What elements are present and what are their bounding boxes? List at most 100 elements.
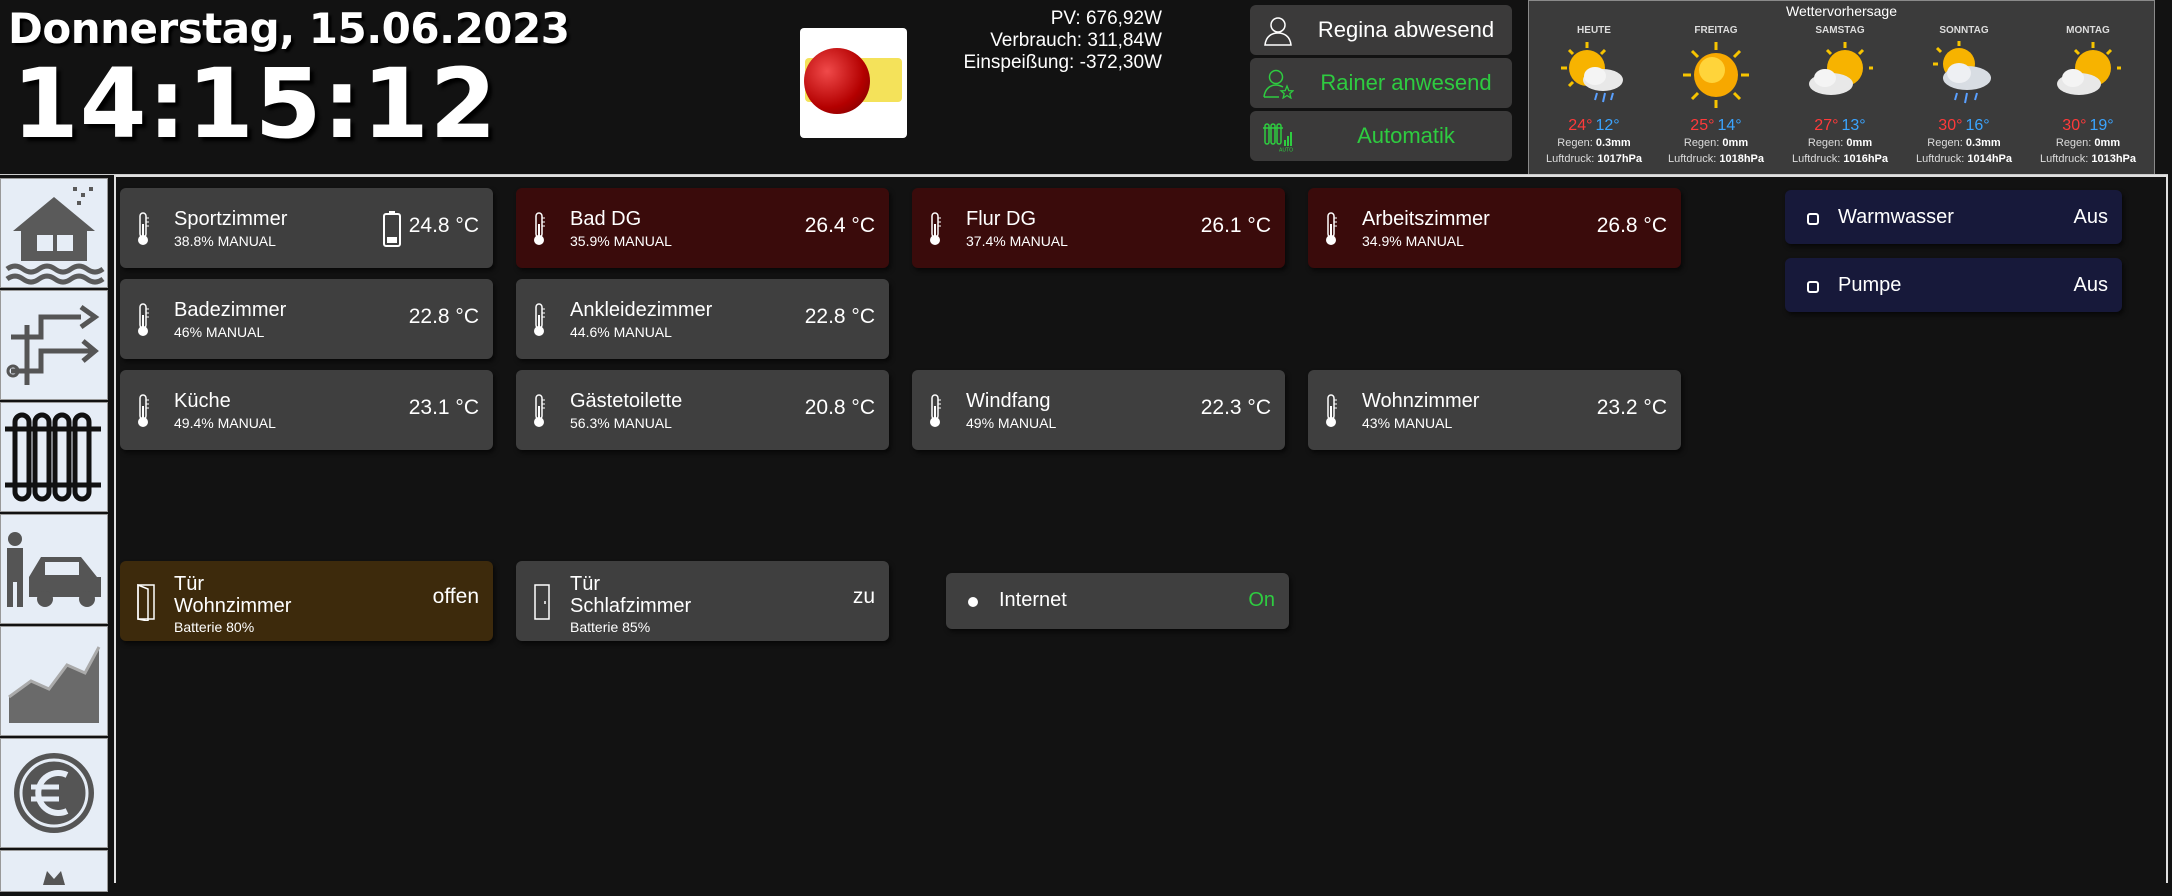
pumpe-switch[interactable]: Pumpe Aus — [1785, 258, 2122, 312]
sidebar-item-heating[interactable] — [0, 402, 108, 512]
room-tile[interactable]: Wohnzimmer 43% MANUAL 23.2 °C — [1308, 370, 1681, 450]
person-star-icon — [1263, 69, 1294, 99]
forecast-high: 27° — [1814, 117, 1839, 134]
room-temperature: 22.8 °C — [804, 305, 875, 328]
pv-value: PV: 676,92W — [1050, 8, 1162, 29]
valve-status: 38.8% MANUAL — [174, 233, 276, 249]
door-tile[interactable]: Tür Wohnzimmer Batterie 80% offen — [120, 561, 493, 641]
room-name: Ankleidezimmer — [570, 299, 713, 321]
alarm-button[interactable] — [800, 28, 907, 138]
internet-switch[interactable]: Internet On — [946, 573, 1289, 629]
pressure-label: Luftdruck: — [1545, 153, 1595, 165]
pipes-icon — [6, 304, 100, 385]
presence-rainer-button[interactable]: Rainer anwesend — [1250, 58, 1512, 108]
thermometer-icon — [138, 212, 149, 245]
room-name: Flur DG — [966, 208, 1036, 230]
room-tile[interactable]: Sportzimmer 38.8% MANUAL 24.8 °C — [120, 188, 493, 268]
crown-icon — [43, 871, 65, 885]
thermometer-icon — [138, 394, 149, 427]
rain-value: 0mm — [1846, 137, 1873, 149]
rain-label: Regen: — [2055, 137, 2092, 149]
forecast-low: 16° — [1965, 117, 1990, 134]
room-tile[interactable]: Ankleidezimmer 44.6% MANUAL 22.8 °C — [516, 279, 889, 359]
pressure-value: 1013hPa — [2091, 153, 2137, 165]
rain-value: 0.3mm — [1595, 137, 1631, 149]
sun-cloud-rain-icon — [1561, 42, 1623, 103]
rain-label: Regen: — [1683, 137, 1720, 149]
heating-mode-button[interactable]: AUTO Automatik — [1250, 111, 1512, 161]
valve-status: 49% MANUAL — [966, 415, 1057, 431]
thermometer-icon — [1326, 212, 1337, 245]
weather-forecast-panel: Wettervorhersage HEUTE 24° 12° Regen: 0.3… — [1528, 0, 2155, 175]
pressure-value: 1014hPa — [1967, 153, 2013, 165]
forecast-day: MONTAG 30° 19° Regen: 0mm Luftdruck: 1013… — [2027, 25, 2149, 167]
room-name: Küche — [174, 390, 231, 412]
forecast-day: SONNTAG 30° 16° Regen: 0.3mm Luftdruck: 1… — [1903, 25, 2025, 167]
room-temperature: 23.1 °C — [408, 396, 479, 419]
door-name-line2: Wohnzimmer — [174, 595, 292, 617]
forecast-day-name: MONTAG — [2066, 25, 2110, 36]
rain-label: Regen: — [1807, 137, 1844, 149]
room-tile[interactable]: Arbeitszimmer 34.9% MANUAL 26.8 °C — [1308, 188, 1681, 268]
presence-regina-button[interactable]: Regina abwesend — [1250, 5, 1512, 55]
sidebar-item-more[interactable] — [0, 850, 108, 892]
forecast-high: 30° — [2062, 117, 2087, 134]
internet-label: Internet — [999, 589, 1067, 611]
room-name: Bad DG — [570, 208, 642, 230]
door-closed-icon — [534, 584, 550, 620]
forecast-day-name: SAMSTAG — [1815, 25, 1865, 36]
room-temperature: 20.8 °C — [804, 396, 875, 419]
door-battery: Batterie 85% — [570, 619, 651, 635]
thermometer-icon — [138, 303, 149, 336]
sidebar-item-costs[interactable] — [0, 738, 108, 848]
room-temperature: 22.3 °C — [1200, 396, 1271, 419]
pumpe-label: Pumpe — [1838, 274, 1902, 296]
euro-icon — [14, 753, 94, 833]
thermometer-icon — [534, 303, 545, 336]
room-tile[interactable]: Badezimmer 46% MANUAL 22.8 °C — [120, 279, 493, 359]
valve-status: 44.6% MANUAL — [570, 324, 672, 340]
radiator-auto-icon: AUTO — [1263, 123, 1293, 153]
status-dot-icon — [1807, 213, 1819, 225]
warmwasser-switch[interactable]: Warmwasser Aus — [1785, 190, 2122, 244]
door-name: Tür Wohnzimmer — [174, 573, 291, 617]
forecast-low: 13° — [1841, 117, 1866, 134]
person-icon — [1264, 17, 1292, 46]
rain-value: 0.3mm — [1965, 137, 2001, 149]
forecast-high: 24° — [1568, 117, 1593, 134]
room-tile[interactable]: Küche 49.4% MANUAL 23.1 °C — [120, 370, 493, 450]
door-tile[interactable]: Tür Schlafzimmer Batterie 85% zu — [516, 561, 889, 641]
room-tile[interactable]: Flur DG 37.4% MANUAL 26.1 °C — [912, 188, 1285, 268]
sidebar-item-statistics[interactable] — [0, 626, 108, 736]
radiator-icon — [5, 412, 101, 502]
room-tile[interactable]: Bad DG 35.9% MANUAL 26.4 °C — [516, 188, 889, 268]
room-tile[interactable]: Windfang 49% MANUAL 22.3 °C — [912, 370, 1285, 450]
valve-status: 35.9% MANUAL — [570, 233, 672, 249]
red-button-icon — [804, 48, 870, 114]
door-state: offen — [432, 585, 479, 608]
sidebar-item-house[interactable] — [0, 178, 108, 288]
door-name-line2: Schlafzimmer — [570, 595, 692, 617]
forecast-day: HEUTE 24° 12° Regen: 0.3mm Luftdruck: 101… — [1533, 25, 1655, 167]
door-name-line1: Tür — [570, 573, 600, 595]
thermometer-icon — [930, 212, 941, 245]
forecast-day-name: HEUTE — [1577, 25, 1611, 36]
person-car-icon — [7, 532, 101, 607]
door-name-line1: Tür — [174, 573, 204, 595]
rain-value: 0mm — [1722, 137, 1749, 149]
svg-text:AUTO: AUTO — [1279, 148, 1293, 153]
rain-value: 0mm — [2094, 137, 2121, 149]
presence-regina-label: Regina abwesend — [1317, 17, 1495, 42]
room-name: Wohnzimmer — [1362, 390, 1480, 412]
sidebar-item-pipes[interactable] — [0, 290, 108, 400]
room-temperature: 26.4 °C — [804, 214, 875, 237]
room-tile[interactable]: Gästetoilette 56.3% MANUAL 20.8 °C — [516, 370, 889, 450]
sidebar-item-garage[interactable] — [0, 514, 108, 624]
valve-status: 46% MANUAL — [174, 324, 265, 340]
rain-label: Regen: — [1557, 137, 1593, 149]
forecast-low: 19° — [2089, 117, 2114, 134]
sun-cloud-icon — [2057, 42, 2121, 95]
battery-icon — [383, 211, 401, 247]
thermometer-icon — [1326, 394, 1337, 427]
room-name: Sportzimmer — [174, 208, 288, 230]
